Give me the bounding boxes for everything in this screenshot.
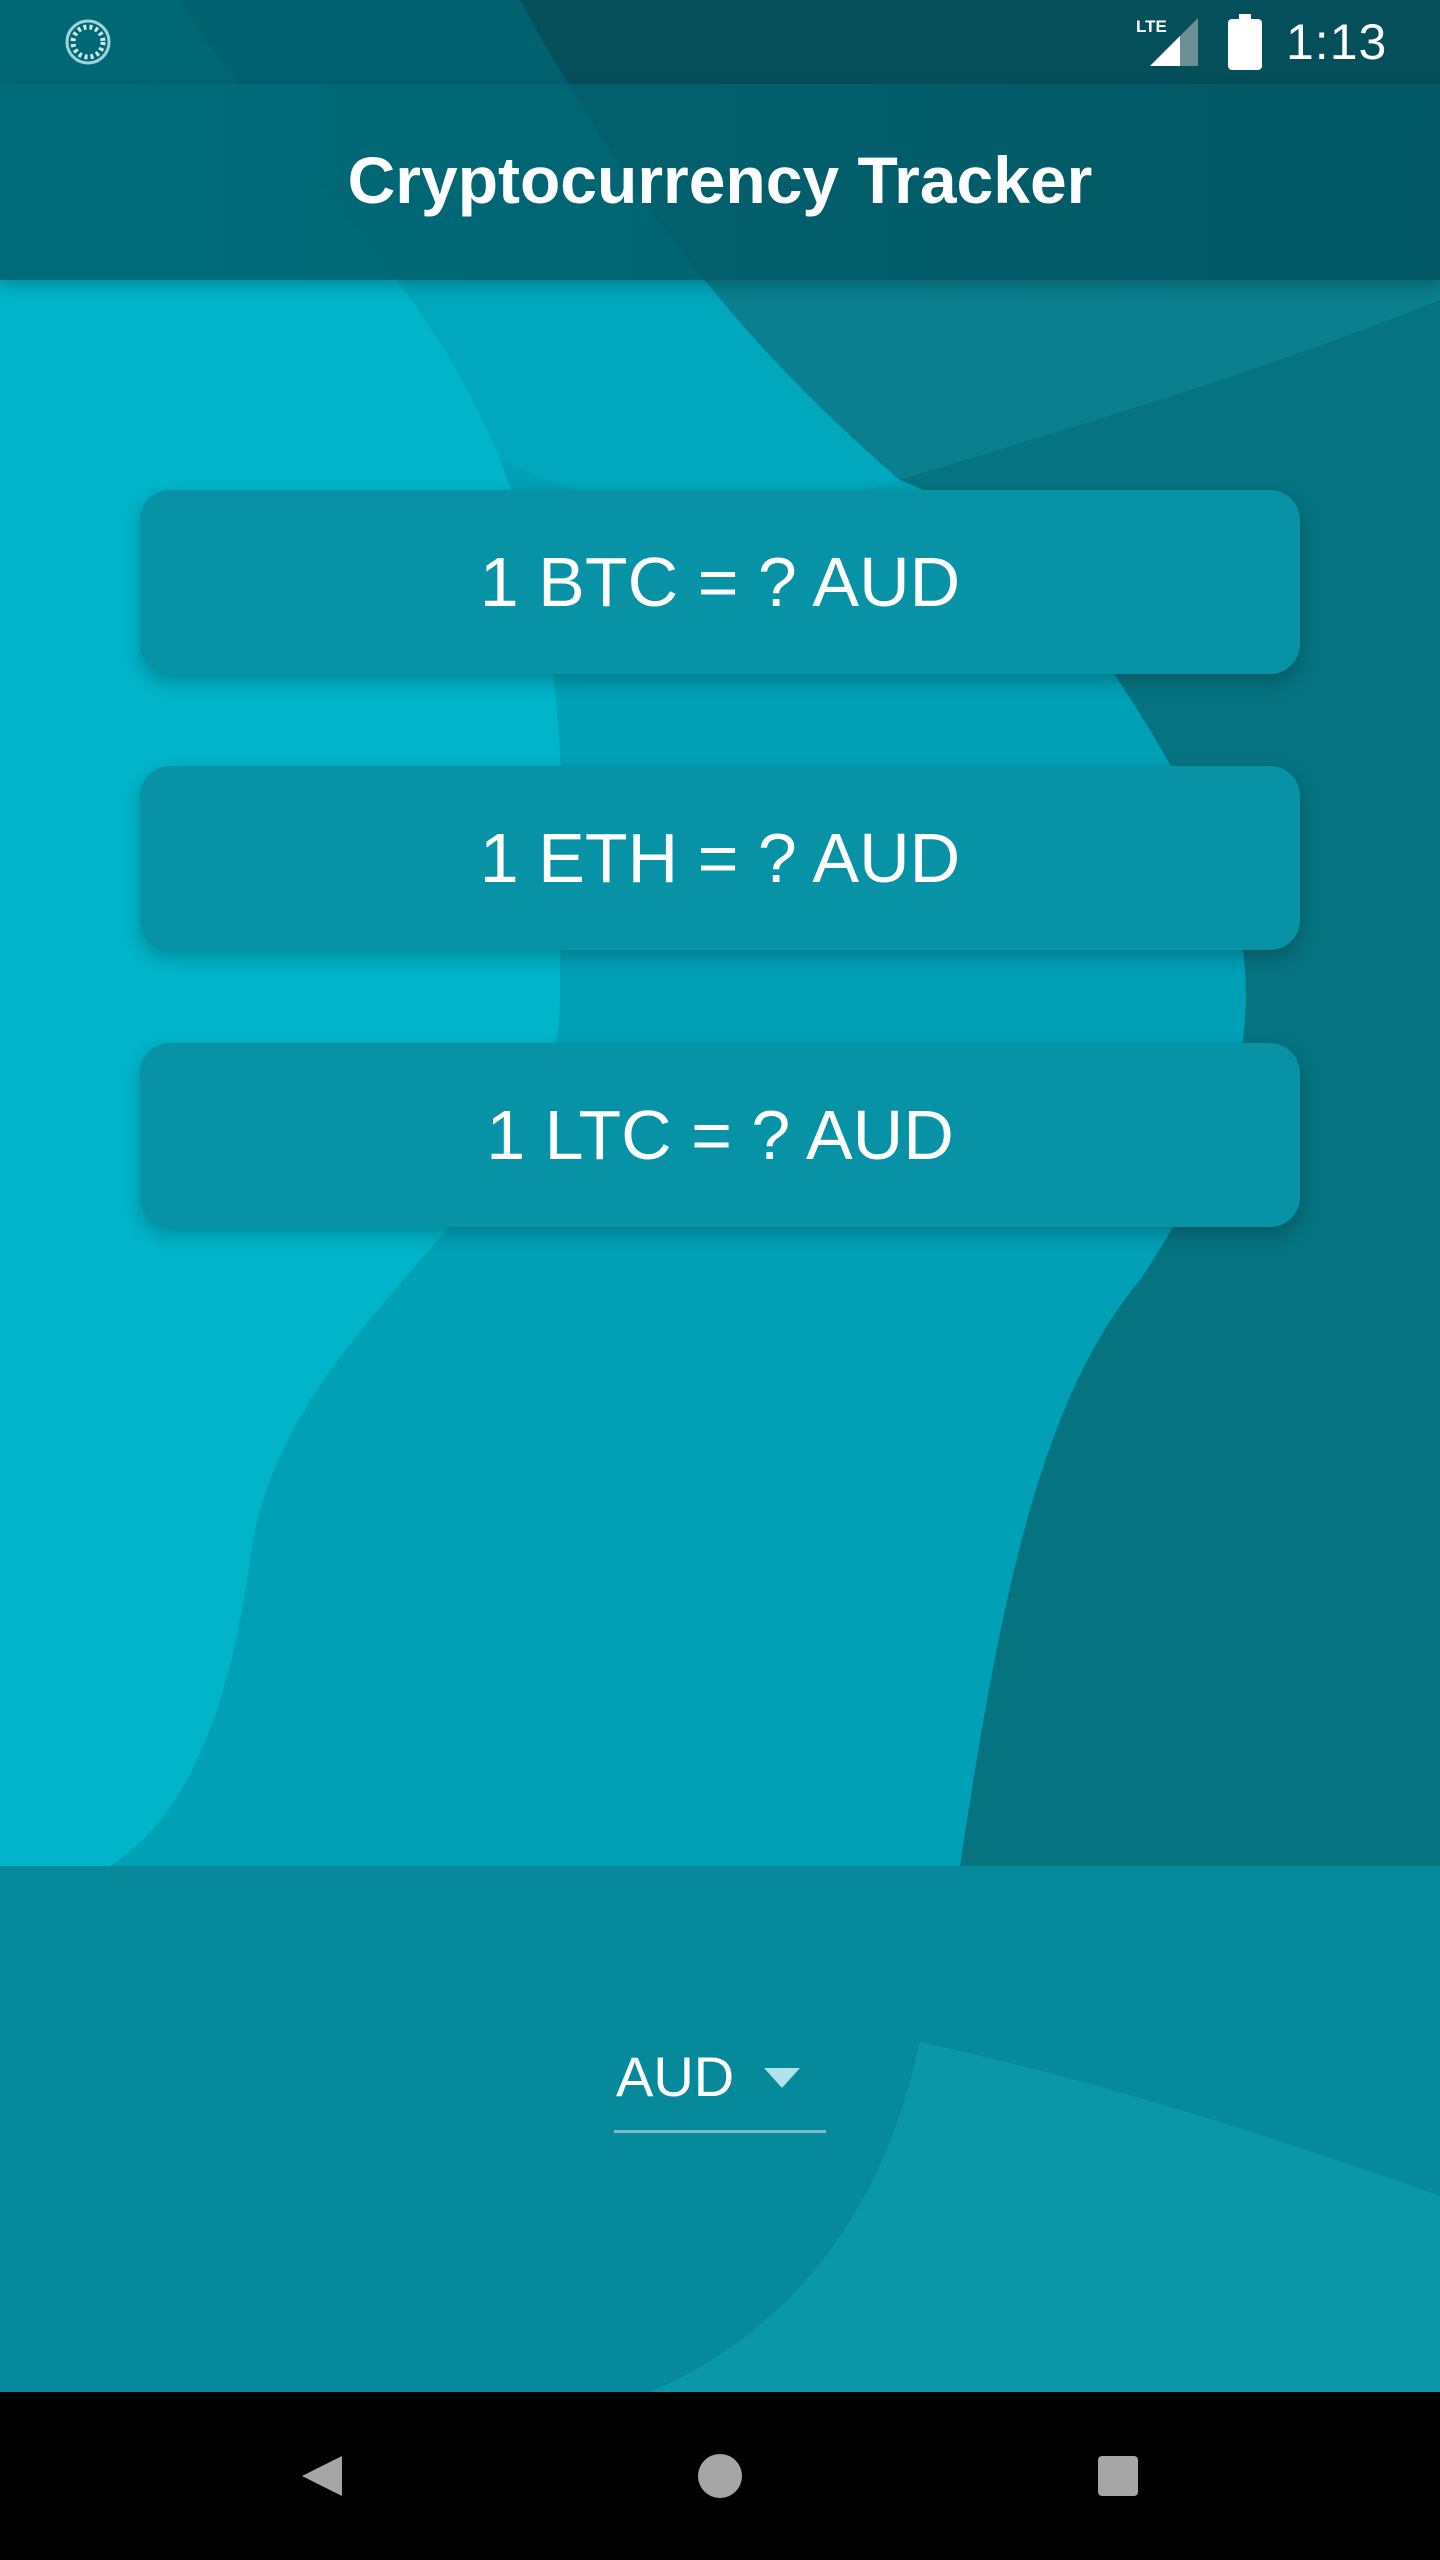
- lte-signal-icon: LTE: [1136, 17, 1198, 66]
- navigation-bar: [0, 2392, 1440, 2560]
- lte-label: LTE: [1136, 17, 1167, 36]
- ltc-rate-card[interactable]: 1 LTC = ? AUD: [140, 1043, 1300, 1227]
- eth-rate-label: 1 ETH = ? AUD: [479, 819, 961, 897]
- sync-spinner-icon: [65, 19, 111, 65]
- recents-icon[interactable]: [1068, 2426, 1168, 2526]
- btc-rate-label: 1 BTC = ? AUD: [479, 543, 961, 621]
- status-bar: LTE 1:13: [0, 0, 1440, 84]
- app-title: Cryptocurrency Tracker: [347, 143, 1093, 217]
- status-time: 1:13: [1286, 14, 1388, 70]
- dropdown-arrow-icon: [764, 2068, 800, 2088]
- currency-dropdown[interactable]: AUD: [614, 2030, 826, 2133]
- btc-rate-card[interactable]: 1 BTC = ? AUD: [140, 490, 1300, 674]
- app-bar: Cryptocurrency Tracker: [0, 84, 1440, 280]
- back-icon[interactable]: [272, 2426, 372, 2526]
- eth-rate-card[interactable]: 1 ETH = ? AUD: [140, 766, 1300, 950]
- home-icon[interactable]: [670, 2426, 770, 2526]
- currency-dropdown-value: AUD: [616, 2045, 735, 2108]
- ltc-rate-label: 1 LTC = ? AUD: [486, 1096, 954, 1174]
- battery-icon: [1228, 14, 1262, 70]
